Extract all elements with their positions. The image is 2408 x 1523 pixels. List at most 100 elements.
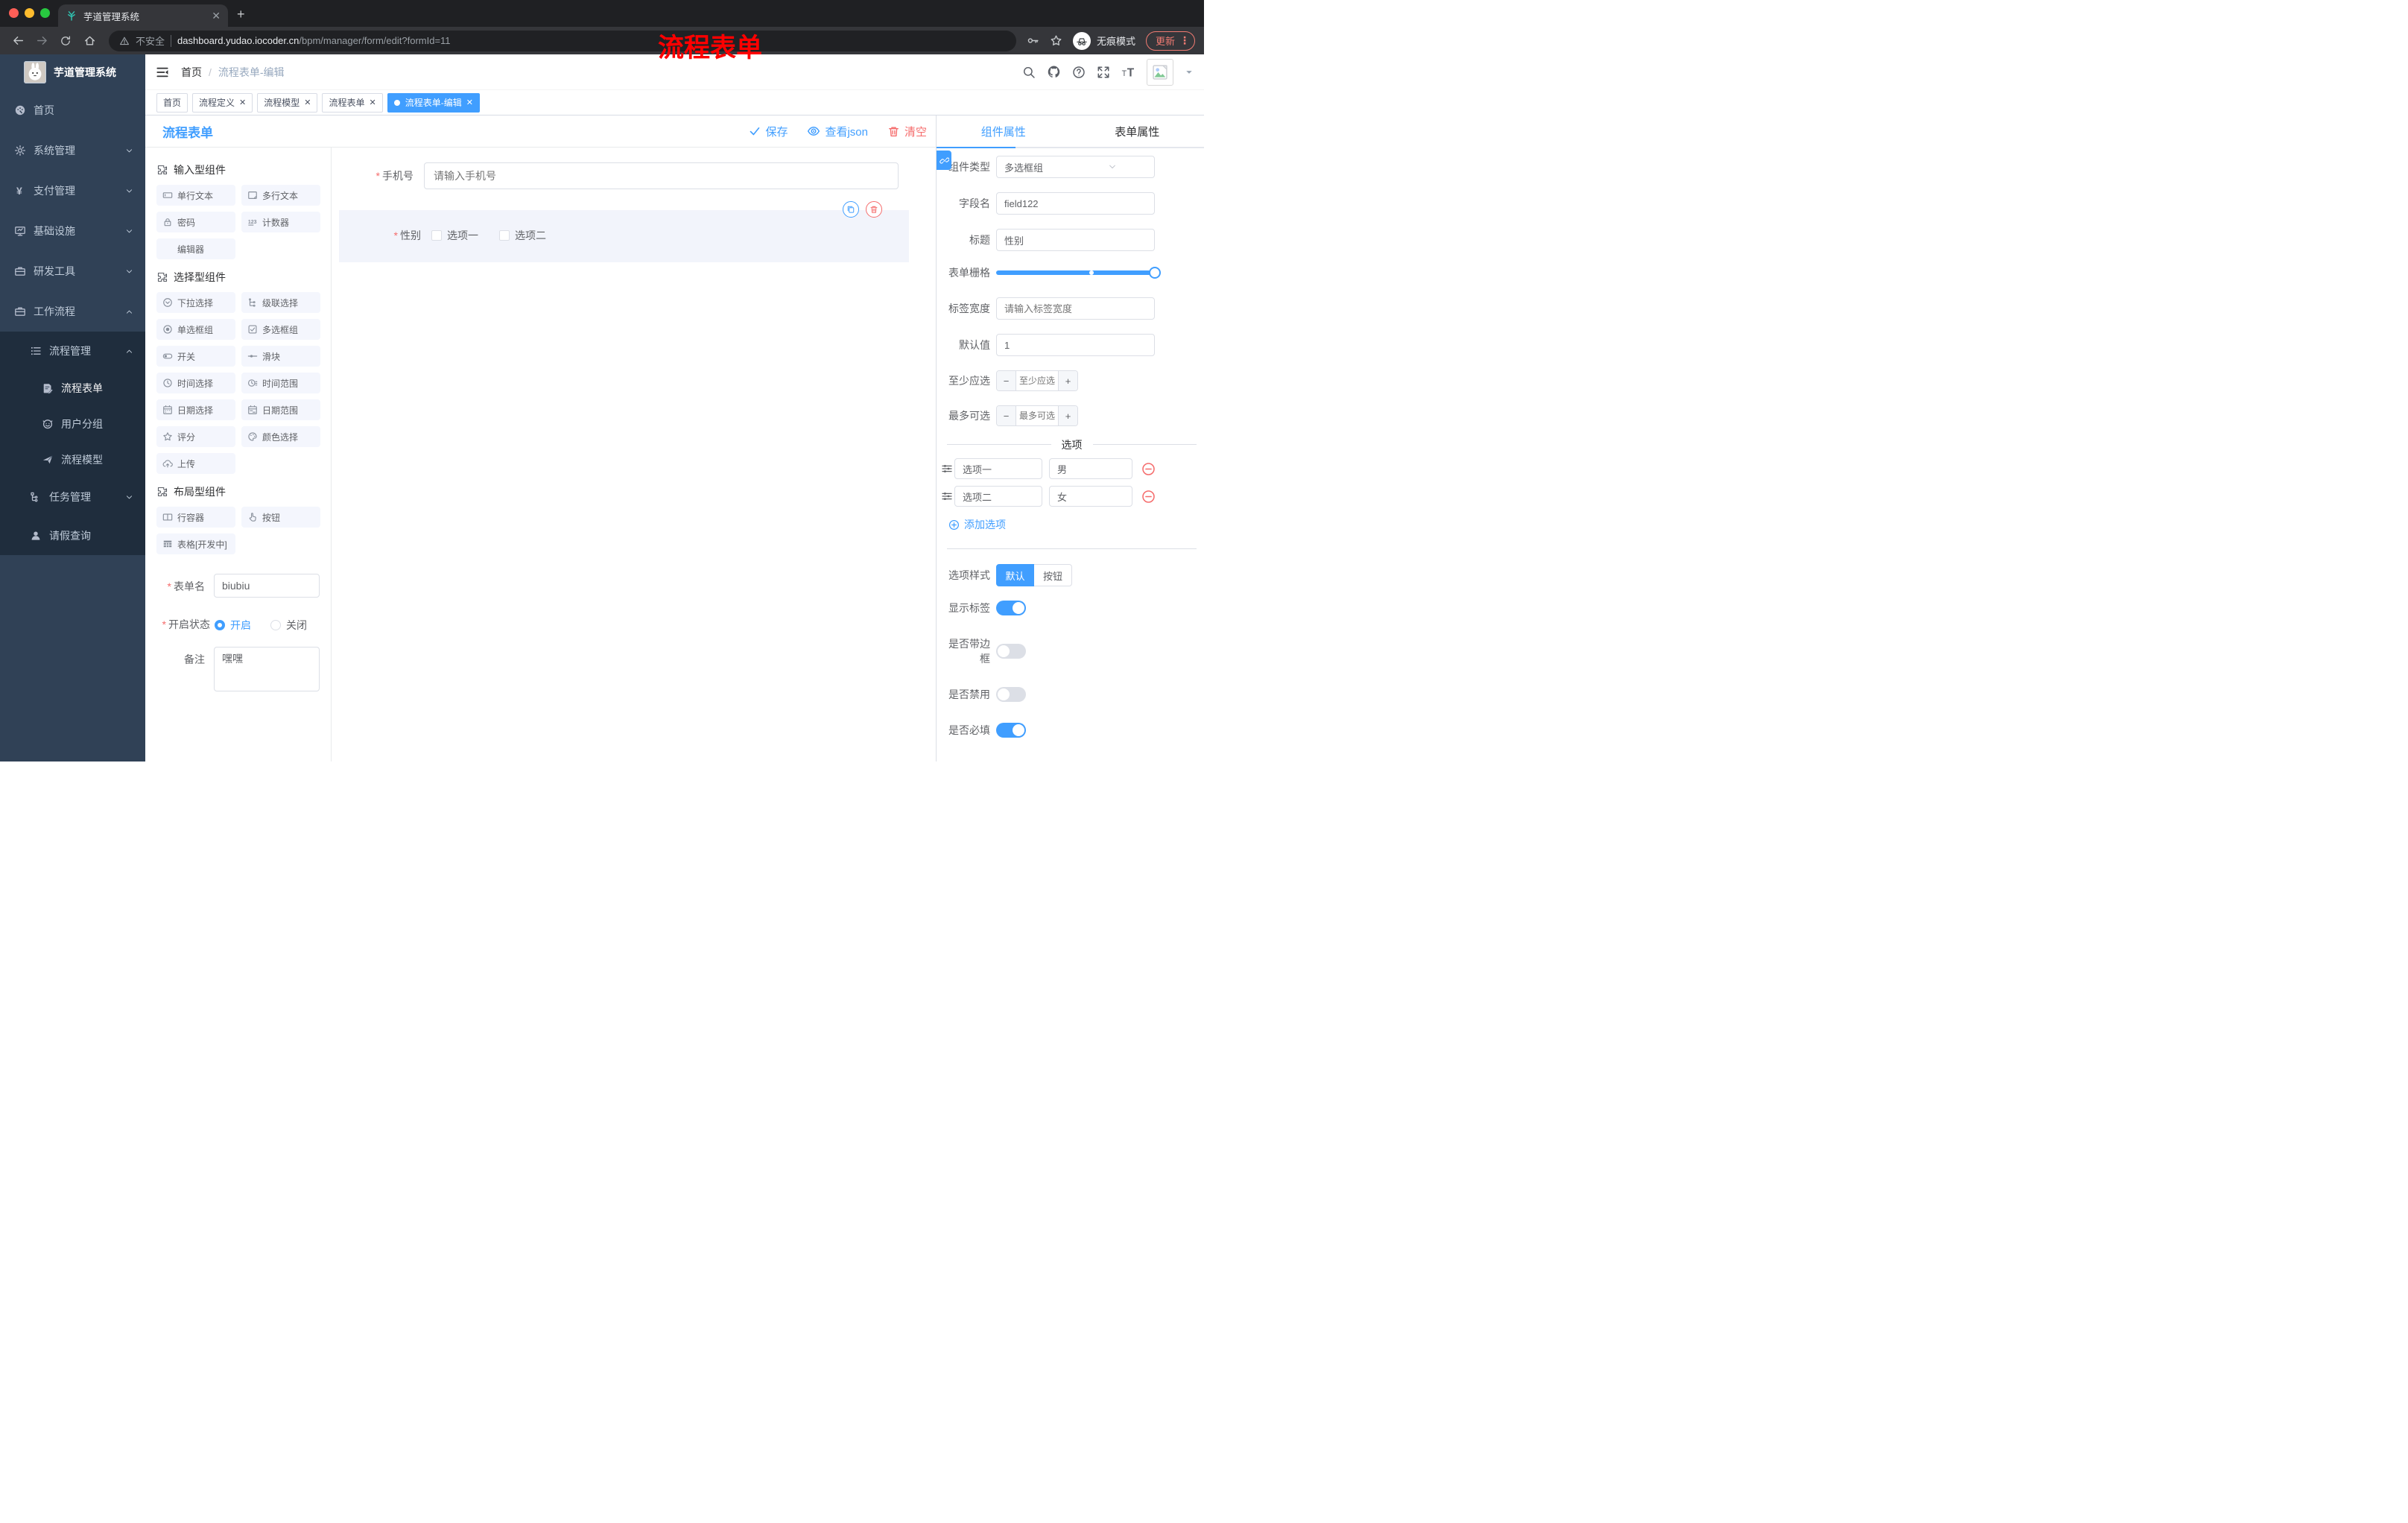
palette-item-日期选择[interactable]: 日期选择 [156, 399, 235, 420]
tag-close-icon[interactable]: ✕ [466, 98, 473, 107]
tag-流程定义[interactable]: 流程定义 ✕ [192, 92, 253, 113]
sidebar-item-工作流程[interactable]: 工作流程 [0, 291, 145, 332]
status-radio-开启[interactable]: 开启 [215, 618, 251, 633]
label-width-input[interactable] [996, 297, 1155, 320]
palette-item-按钮[interactable]: 按钮 [241, 507, 320, 528]
plus-button[interactable]: + [1058, 371, 1077, 390]
github-icon[interactable] [1047, 65, 1061, 79]
sidebar-item-用户分组[interactable]: 用户分组 [0, 406, 145, 442]
title-input[interactable] [996, 229, 1155, 251]
home-icon[interactable] [80, 32, 98, 50]
address-bar[interactable]: 不安全 dashboard.yudao.iocoder.cn/bpm/manag… [109, 30, 1016, 51]
drag-handle-icon[interactable] [941, 463, 953, 475]
option-value-input[interactable] [1049, 486, 1132, 507]
remove-option-icon[interactable] [1141, 490, 1156, 504]
toggle-是否必填[interactable] [996, 723, 1026, 738]
sidebar-item-任务管理[interactable]: 任务管理 [0, 478, 145, 516]
font-size-icon[interactable]: TT [1121, 65, 1135, 79]
palette-item-编辑器[interactable]: 编辑器 [156, 238, 235, 259]
security-warning-icon[interactable] [119, 36, 130, 46]
tag-首页[interactable]: 首页 [156, 92, 188, 113]
component-type-select[interactable]: 多选框组 [996, 156, 1155, 178]
view-json-button[interactable]: 查看json [807, 124, 868, 139]
tab-close-icon[interactable]: ✕ [212, 10, 221, 22]
tag-close-icon[interactable]: ✕ [304, 98, 311, 107]
option-style-默认[interactable]: 默认 [996, 564, 1034, 586]
max-select-input[interactable] [1016, 406, 1058, 425]
chevron-down-icon[interactable] [1185, 68, 1194, 77]
status-radio-关闭[interactable]: 关闭 [270, 618, 307, 633]
option-label-input[interactable] [954, 486, 1042, 507]
canvas-field-phone[interactable]: 手机号 [339, 162, 899, 189]
palette-item-多选框组[interactable]: 多选框组 [241, 319, 320, 340]
slider-handle[interactable] [1149, 267, 1161, 279]
palette-item-滑块[interactable]: 滑块 [241, 346, 320, 367]
palette-item-密码[interactable]: 密码 [156, 212, 235, 232]
default-value-input[interactable] [996, 334, 1155, 356]
search-icon[interactable] [1022, 66, 1036, 79]
new-tab-button[interactable]: + [237, 7, 245, 22]
toggle-是否禁用[interactable] [996, 687, 1026, 702]
palette-item-表格[开发中][interactable]: 表格[开发中] [156, 533, 235, 554]
window-controls[interactable] [9, 8, 50, 18]
hamburger-icon[interactable] [156, 66, 169, 79]
palette-item-下拉选择[interactable]: 下拉选择 [156, 292, 235, 313]
back-icon[interactable] [9, 32, 27, 50]
palette-item-级联选择[interactable]: 级联选择 [241, 292, 320, 313]
palette-item-多行文本[interactable]: 多行文本 [241, 185, 320, 206]
fullscreen-icon[interactable] [1097, 66, 1110, 79]
palette-item-时间范围[interactable]: 时间范围 [241, 373, 320, 393]
tag-close-icon[interactable]: ✕ [239, 98, 246, 107]
sidebar-item-流程表单[interactable]: 流程表单 [0, 370, 145, 406]
window-close-button[interactable] [9, 8, 19, 18]
plus-button[interactable]: + [1058, 406, 1077, 425]
max-select-stepper[interactable]: − + [996, 405, 1078, 426]
reload-icon[interactable] [57, 32, 75, 50]
min-select-stepper[interactable]: − + [996, 370, 1078, 391]
sidebar-item-请假查询[interactable]: 请假查询 [0, 516, 145, 555]
option-label-input[interactable] [954, 458, 1042, 479]
palette-item-开关[interactable]: 开关 [156, 346, 235, 367]
breadcrumb-home[interactable]: 首页 [181, 65, 202, 80]
password-key-icon[interactable] [1027, 34, 1039, 47]
grid-slider[interactable] [996, 267, 1161, 279]
palette-item-行容器[interactable]: 行容器 [156, 507, 235, 528]
sidebar-item-支付管理[interactable]: ¥ 支付管理 [0, 171, 145, 211]
tab-form-props[interactable]: 表单属性 [1071, 115, 1205, 147]
tag-流程模型[interactable]: 流程模型 ✕ [257, 92, 318, 113]
add-option-button[interactable]: 添加选项 [948, 517, 1204, 532]
palette-item-上传[interactable]: 上传 [156, 453, 235, 474]
palette-item-单行文本[interactable]: 单行文本 [156, 185, 235, 206]
palette-item-计数器[interactable]: 123 计数器 [241, 212, 320, 232]
remark-textarea[interactable]: 嘿嘿 [214, 647, 320, 691]
palette-item-时间选择[interactable]: 时间选择 [156, 373, 235, 393]
bookmark-star-icon[interactable] [1050, 34, 1062, 47]
clear-button[interactable]: 清空 [887, 124, 927, 139]
tab-component-props[interactable]: 组件属性 [937, 115, 1071, 147]
link-tab[interactable] [937, 151, 951, 170]
option-value-input[interactable] [1049, 458, 1132, 479]
browser-update-button[interactable]: 更新 ⋮ [1145, 31, 1195, 51]
window-minimize-button[interactable] [25, 8, 34, 18]
canvas-field-gender[interactable]: 性别 选项一 选项二 [339, 201, 909, 262]
forward-icon[interactable] [33, 32, 51, 50]
minus-button[interactable]: − [997, 371, 1016, 390]
tag-流程表单[interactable]: 流程表单 ✕ [322, 92, 383, 113]
help-icon[interactable] [1072, 66, 1086, 79]
palette-item-日期范围[interactable]: 日期范围 [241, 399, 320, 420]
toggle-显示标签[interactable] [996, 601, 1026, 615]
option-style-按钮[interactable]: 按钮 [1034, 564, 1072, 586]
remove-option-icon[interactable] [1141, 462, 1156, 476]
field-name-input[interactable] [996, 192, 1155, 215]
phone-input[interactable] [424, 162, 899, 189]
sidebar-item-研发工具[interactable]: 研发工具 [0, 251, 145, 291]
tag-流程表单-编辑[interactable]: 流程表单-编辑 ✕ [387, 92, 480, 113]
sidebar-item-流程模型[interactable]: 流程模型 [0, 442, 145, 478]
sidebar-item-流程管理[interactable]: 流程管理 [0, 332, 145, 370]
palette-item-单选框组[interactable]: 单选框组 [156, 319, 235, 340]
palette-item-颜色选择[interactable]: 颜色选择 [241, 426, 320, 447]
form-canvas[interactable]: 手机号 性别 选项一 选项二 [332, 148, 936, 762]
browser-tab[interactable]: 芋道管理系统 ✕ [58, 4, 228, 27]
drag-handle-icon[interactable] [941, 490, 953, 502]
save-button[interactable]: 保存 [749, 124, 788, 139]
